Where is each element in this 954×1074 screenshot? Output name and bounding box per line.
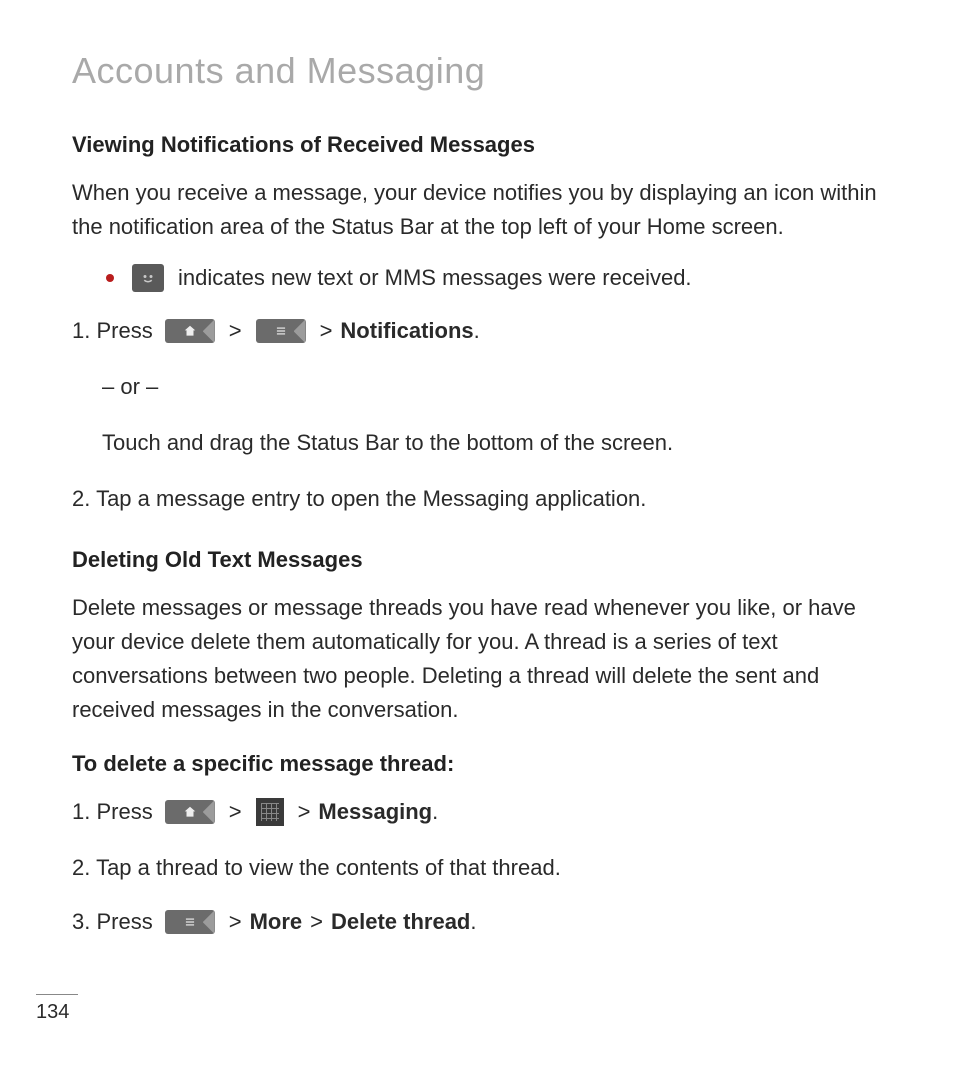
apps-grid-icon: [256, 798, 284, 826]
step-1-press-messaging: 1. Press > > Messaging.: [72, 795, 894, 829]
chevron-right-icon: >: [229, 314, 242, 348]
home-button-icon: [165, 319, 215, 343]
section-heading-deleting: Deleting Old Text Messages: [72, 547, 894, 573]
menu-button-icon: [256, 319, 306, 343]
messaging-label: Messaging: [318, 795, 432, 829]
message-notification-icon: [132, 264, 164, 292]
chevron-right-icon: >: [298, 795, 311, 829]
bullet-text: indicates new text or MMS messages were …: [178, 265, 692, 291]
period: .: [432, 795, 438, 829]
or-divider: – or –: [102, 370, 894, 404]
step-2-tap-message: 2. Tap a message entry to open the Messa…: [72, 482, 894, 516]
page-number: 134: [36, 994, 78, 1024]
step-prefix: 1. Press: [72, 314, 153, 348]
step-3-press-more-delete: 3. Press > More > Delete thread.: [72, 905, 894, 939]
chevron-right-icon: >: [229, 795, 242, 829]
document-page: Accounts and Messaging Viewing Notificat…: [0, 0, 954, 939]
chevron-right-icon: >: [229, 905, 242, 939]
step-prefix: 3. Press: [72, 905, 153, 939]
step-prefix: 1. Press: [72, 795, 153, 829]
chevron-right-icon: >: [310, 905, 323, 939]
period: .: [470, 905, 476, 939]
chevron-right-icon: >: [320, 314, 333, 348]
period: .: [474, 314, 480, 348]
subheading-delete-thread: To delete a specific message thread:: [72, 751, 894, 777]
more-label: More: [250, 905, 303, 939]
intro-paragraph-2: Delete messages or message threads you h…: [72, 591, 894, 727]
section-heading-viewing: Viewing Notifications of Received Messag…: [72, 132, 894, 158]
step-1-press-notifications: 1. Press > > Notifications.: [72, 314, 894, 348]
page-title: Accounts and Messaging: [72, 50, 894, 92]
bullet-message-icon: indicates new text or MMS messages were …: [106, 264, 894, 292]
or-instruction: Touch and drag the Status Bar to the bot…: [102, 426, 894, 460]
home-button-icon: [165, 800, 215, 824]
menu-button-icon: [165, 910, 215, 934]
step-2-tap-thread: 2. Tap a thread to view the contents of …: [72, 851, 894, 885]
delete-thread-label: Delete thread: [331, 905, 470, 939]
intro-paragraph-1: When you receive a message, your device …: [72, 176, 894, 244]
notifications-label: Notifications: [340, 314, 473, 348]
bullet-dot-icon: [106, 274, 114, 282]
